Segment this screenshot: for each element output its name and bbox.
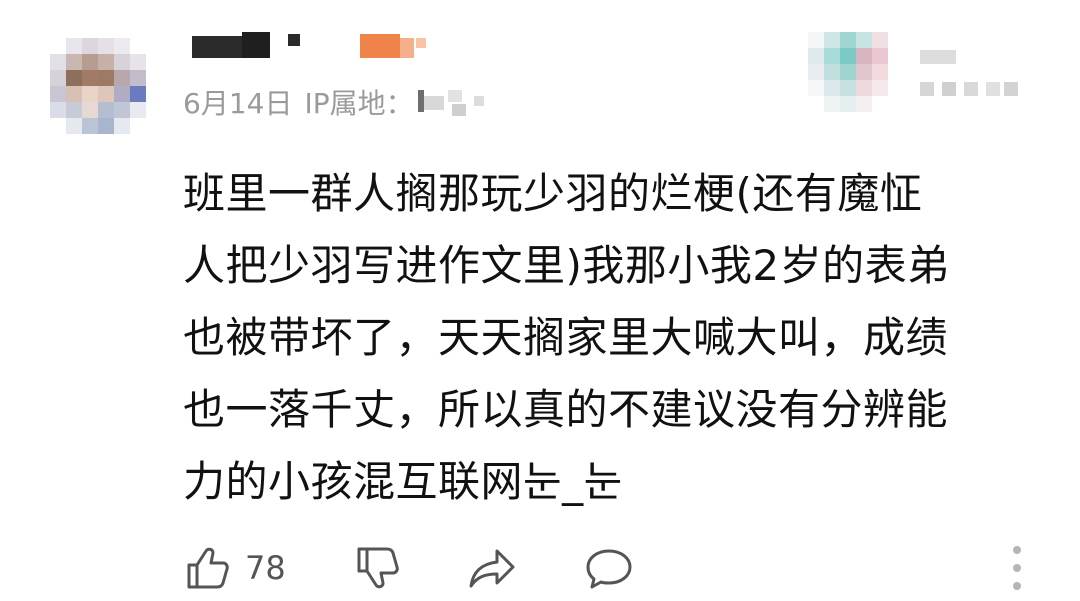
comment-line: 人把少羽写进作文里)我那小我2岁的表弟 [183, 241, 950, 290]
comment-line: 力的小孩混互联网눈_눈 [183, 457, 623, 506]
thumbs-up-icon [183, 543, 233, 593]
share-icon [467, 543, 519, 593]
dislike-button[interactable] [353, 540, 403, 596]
comment-card: 6月14日 IP属地： 班里一群人搁那玩少羽的烂梗(还有魔怔 人把少羽写进作文里… [0, 0, 1080, 601]
comment-line: 也被带坏了，天天搁家里大喊大叫，成绩 [183, 313, 949, 362]
ip-location-censored [417, 82, 488, 122]
avatar[interactable] [50, 38, 146, 134]
more-vertical-icon [1013, 546, 1021, 554]
like-count: 78 [245, 549, 286, 587]
comment-action-bar: 78 [183, 540, 1043, 596]
like-button[interactable]: 78 [183, 540, 286, 596]
comment-text: 班里一群人搁那玩少羽的烂梗(还有魔怔 人把少羽写进作文里)我那小我2岁的表弟 也… [183, 158, 1053, 518]
username-censored[interactable] [192, 32, 442, 58]
more-options-button[interactable] [1009, 546, 1025, 590]
comment-meta: 6月14日 IP属地： [183, 82, 488, 122]
share-button[interactable] [467, 540, 519, 596]
thumbs-down-icon [353, 543, 403, 593]
comment-icon [583, 543, 635, 593]
comment-line: 也一落千丈，所以真的不建议没有分辨能 [183, 385, 949, 434]
reply-button[interactable] [583, 540, 635, 596]
comment-date: 6月14日 [183, 87, 293, 120]
censored-mosaic [808, 32, 1018, 122]
comment-line: 班里一群人搁那玩少羽的烂梗(还有魔怔 [183, 169, 923, 218]
ip-location-label: IP属地： [304, 87, 414, 120]
